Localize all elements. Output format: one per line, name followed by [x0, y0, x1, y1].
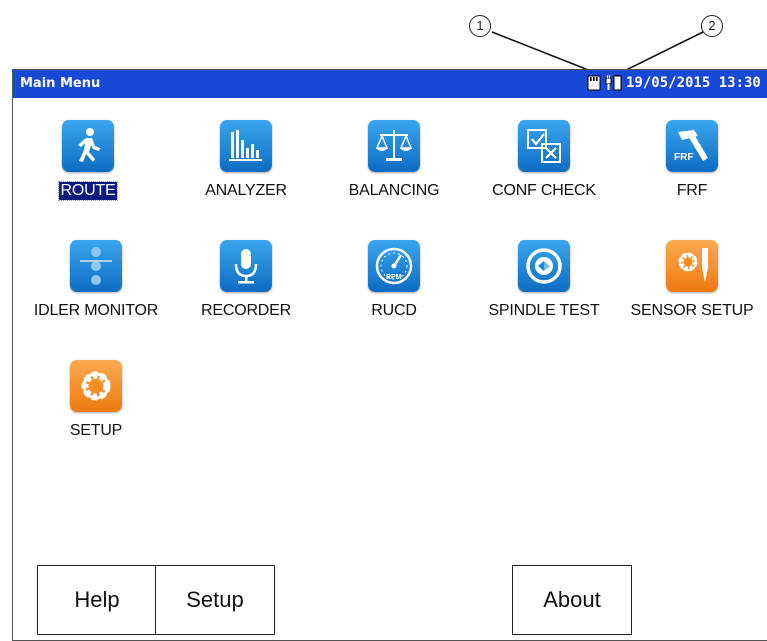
- battery-plug-icon: [605, 75, 622, 91]
- menu-item-label: ROUTE: [58, 181, 118, 201]
- menu-item-sensor-setup[interactable]: SENSOR SETUP: [617, 240, 767, 320]
- sensor-setup-icon: [678, 248, 708, 282]
- callout-leader-lines: [491, 31, 704, 74]
- menu-item-recorder[interactable]: RECORDER: [171, 240, 321, 320]
- menu-item-spindle-test[interactable]: SPINDLE TEST: [469, 240, 619, 320]
- frf-hammer-icon: FRF: [674, 130, 708, 163]
- menu-item-idler-monitor[interactable]: IDLER MONITOR: [21, 240, 171, 320]
- window-title: Main Menu: [20, 76, 101, 91]
- menu-item-label: SPINDLE TEST: [488, 302, 600, 319]
- status-area: 19/05/2015 13:30: [587, 74, 761, 92]
- about-button[interactable]: About: [512, 565, 632, 635]
- menu-item-label: FRF: [676, 182, 708, 199]
- spectrum-bars-icon: [229, 130, 262, 161]
- menu-item-label: CONF CHECK: [492, 182, 596, 199]
- menu-item-analyzer[interactable]: ANALYZER: [171, 120, 321, 200]
- menu-item-frf[interactable]: FRF FRF: [617, 120, 767, 200]
- idler-monitor-icon: [80, 247, 112, 285]
- menu-item-label: RUCD: [371, 302, 417, 319]
- leader-line-2: [619, 31, 704, 74]
- title-bar: Main Menu 19/05/2015 13:30: [13, 70, 767, 98]
- menu-item-route[interactable]: ROUTE: [13, 120, 163, 201]
- svg-text:RPM: RPM: [386, 274, 402, 281]
- help-button[interactable]: Help: [37, 565, 157, 635]
- menu-item-label: RECORDER: [201, 302, 291, 319]
- datetime: 19/05/2015 13:30: [626, 75, 761, 91]
- walking-person-icon: [78, 128, 100, 162]
- menu-item-setup[interactable]: SETUP: [21, 360, 171, 440]
- microphone-icon: [234, 249, 258, 284]
- menu-item-label: SETUP: [69, 422, 123, 439]
- menu-item-label: IDLER MONITOR: [33, 302, 159, 319]
- spindle-icon: [526, 248, 562, 284]
- rpm-gauge-icon: RPM: [375, 247, 413, 285]
- leader-line-1: [491, 31, 597, 74]
- menu-item-label: ANALYZER: [205, 182, 287, 199]
- balance-scale-icon: [375, 130, 413, 161]
- sd-card-icon: [587, 75, 601, 91]
- conf-check-icon: [527, 129, 561, 163]
- menu-item-balancing[interactable]: BALANCING: [319, 120, 469, 200]
- menu-item-rucd[interactable]: RPM RUCD: [319, 240, 469, 320]
- svg-text:FRF: FRF: [674, 152, 693, 163]
- device-screen: Main Menu 19/05/2015 13:30 ROUTE ANALYZE…: [12, 69, 767, 641]
- menu-item-conf-check[interactable]: CONF CHECK: [469, 120, 619, 200]
- menu-item-label: BALANCING: [348, 182, 440, 199]
- gear-icon: [81, 371, 111, 401]
- setup-button[interactable]: Setup: [155, 565, 275, 635]
- menu-item-label: SENSOR SETUP: [630, 302, 754, 319]
